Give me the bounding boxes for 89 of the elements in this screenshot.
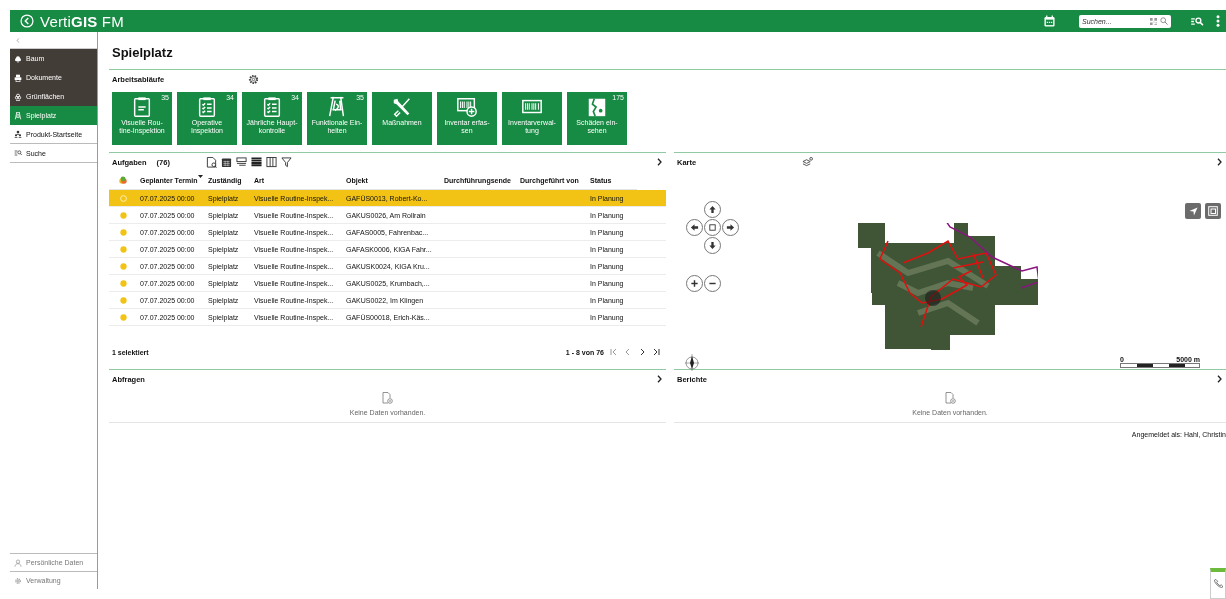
zoom-out-button[interactable]	[704, 275, 721, 292]
calendar-icon	[1044, 15, 1055, 27]
status-dot-icon	[119, 194, 127, 202]
document-icon	[382, 392, 393, 404]
pan-down-button[interactable]	[704, 237, 721, 254]
zoom-in-button[interactable]	[686, 275, 703, 292]
columns-icon	[265, 156, 277, 168]
app-logo: VertiGIS FM	[40, 12, 124, 30]
page-title: Spielplatz	[112, 45, 174, 62]
toolbar-button[interactable]	[205, 156, 217, 168]
document-search-icon	[205, 156, 217, 168]
support-button[interactable]	[1210, 568, 1226, 599]
status-dot-icon	[119, 279, 127, 287]
person-icon	[14, 558, 22, 567]
pagination-button[interactable]	[638, 348, 646, 356]
settings-button[interactable]	[248, 73, 260, 85]
tools-icon	[391, 96, 413, 118]
center-button[interactable]	[704, 219, 721, 236]
more-menu-button[interactable]	[1216, 15, 1220, 27]
arrow-down-icon	[708, 241, 717, 250]
status-dot-icon	[119, 228, 127, 236]
search-list-button[interactable]	[1191, 16, 1204, 26]
pan-right-button[interactable]	[722, 219, 739, 236]
expand-button[interactable]	[1217, 158, 1222, 166]
extent-button[interactable]	[1205, 203, 1221, 219]
toolbar-button[interactable]	[250, 156, 262, 168]
next-page-icon	[638, 348, 646, 356]
square-icon	[708, 223, 717, 232]
chevron-right-icon	[1217, 158, 1222, 166]
calendar-icon	[220, 156, 232, 168]
arrow-left-icon	[690, 223, 699, 232]
chevron-left-icon	[16, 37, 20, 43]
first-page-icon	[610, 348, 618, 356]
layers-button[interactable]	[802, 157, 814, 167]
color-dots-icon[interactable]	[119, 176, 127, 184]
damaged-wall-icon	[586, 96, 608, 118]
pan-left-button[interactable]	[686, 219, 703, 236]
compass-icon	[684, 353, 700, 371]
locate-button[interactable]	[1185, 203, 1201, 219]
people-icon	[14, 130, 22, 138]
document-icon	[944, 392, 956, 404]
chevron-right-icon	[657, 375, 662, 383]
clipboard-icon	[131, 96, 153, 118]
chevron-right-icon	[1217, 375, 1222, 383]
arrow-right-icon	[726, 223, 735, 232]
list-view-icon	[250, 156, 262, 168]
search-icon[interactable]	[1160, 17, 1168, 25]
flower-icon	[14, 92, 22, 101]
gear-icon	[14, 576, 22, 585]
phone-icon	[1213, 578, 1223, 588]
calendar-button[interactable]	[1044, 15, 1055, 27]
plus-icon	[690, 279, 699, 288]
checklist-icon	[261, 96, 283, 118]
status-dot-icon	[119, 296, 127, 304]
status-dot-icon	[119, 211, 127, 219]
overview-icon	[1208, 206, 1218, 216]
expand-button[interactable]	[657, 158, 662, 166]
toolbar-button[interactable]	[235, 156, 247, 168]
back-button[interactable]	[20, 14, 34, 28]
toolbar-button[interactable]	[280, 156, 292, 168]
expand-button[interactable]	[1217, 375, 1222, 383]
pagination-button[interactable]	[652, 348, 660, 356]
status-dot-icon	[119, 245, 127, 253]
pan-up-button[interactable]	[704, 201, 721, 218]
expand-button[interactable]	[657, 375, 662, 383]
settings-icon	[248, 73, 260, 85]
status-dot-icon	[119, 313, 127, 321]
previous-page-icon	[624, 348, 632, 356]
back-icon	[20, 14, 34, 28]
printer-icon	[14, 73, 22, 82]
toolbar-button[interactable]	[265, 156, 277, 168]
last-page-icon	[652, 348, 660, 356]
barcode-plus-icon	[456, 96, 478, 118]
chevron-right-icon	[657, 158, 662, 166]
toolbar-button[interactable]	[220, 156, 232, 168]
navigation-arrow-icon	[1188, 206, 1198, 216]
search-list-icon	[1191, 16, 1204, 26]
checklist-icon	[196, 96, 218, 118]
card-list-icon	[235, 156, 247, 168]
status-dot-icon	[119, 262, 127, 270]
search-list-icon	[14, 149, 22, 157]
filter-icon	[280, 156, 292, 168]
layers-icon	[802, 157, 814, 167]
arrow-up-icon	[708, 205, 717, 214]
qr-code-icon[interactable]	[1150, 17, 1157, 25]
swing-icon	[14, 111, 22, 120]
tree-icon	[14, 54, 22, 63]
sort-caret-icon[interactable]	[198, 175, 203, 178]
kebab-menu-icon	[1216, 15, 1220, 27]
